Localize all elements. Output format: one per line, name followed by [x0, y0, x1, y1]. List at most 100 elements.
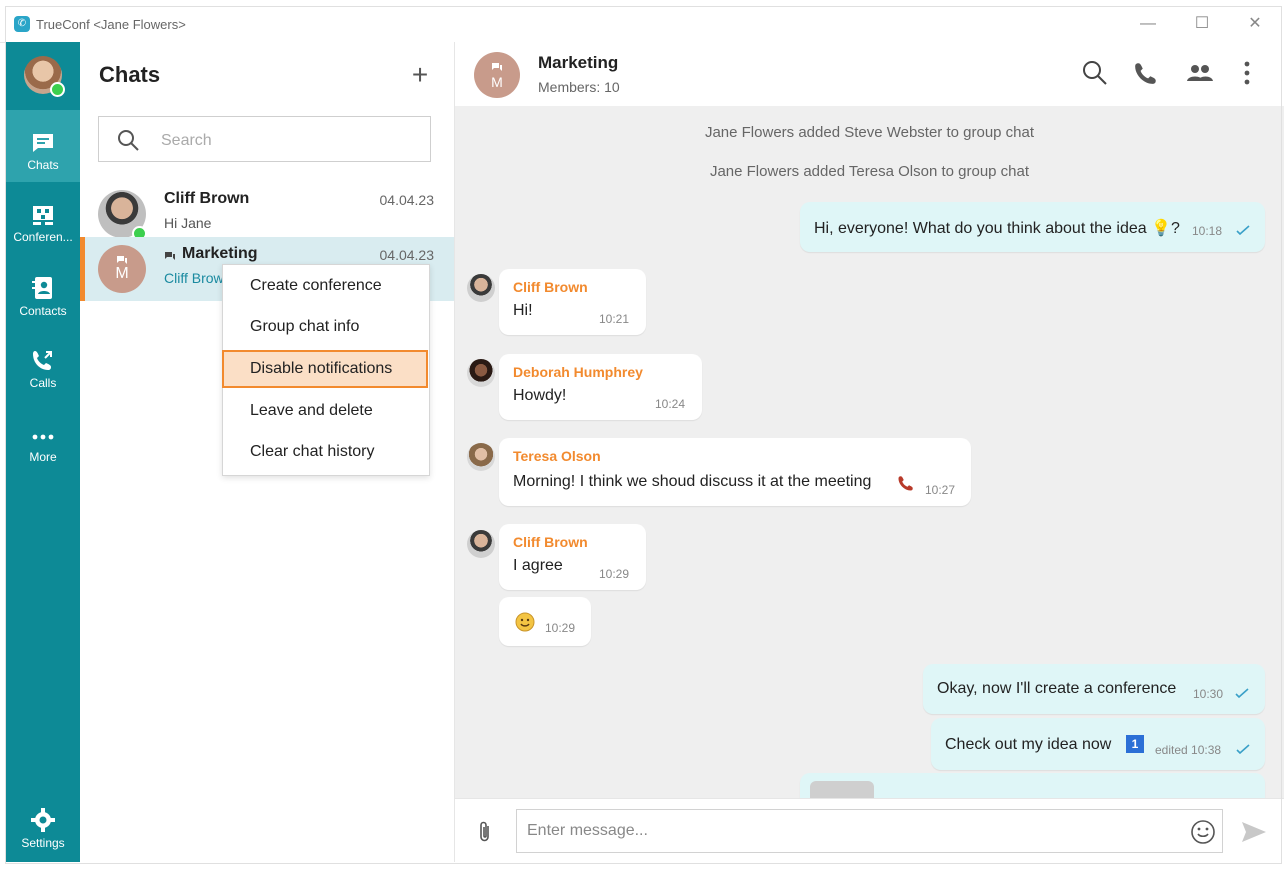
chat-list-title: Chats [99, 62, 161, 87]
message-time: 10:29 [599, 567, 630, 581]
nav-calls[interactable]: Calls [6, 332, 80, 404]
system-message: Jane Flowers added Teresa Olson to group… [709, 163, 1030, 180]
close-icon[interactable]: ✕ [1243, 12, 1267, 36]
avatar-letter: M [115, 265, 129, 282]
message-sender: Cliff Brown [513, 279, 588, 295]
members-button[interactable] [1186, 60, 1214, 88]
send-icon[interactable] [1241, 821, 1267, 843]
search-chat-button[interactable] [1082, 60, 1110, 88]
message-bubble-outgoing[interactable]: Okay, now I'll create a conference 10:30 [923, 664, 1265, 714]
message-text: Morning! I think we shoud discuss it at … [513, 473, 872, 490]
nav-label: More [29, 450, 57, 464]
message-input[interactable] [516, 809, 1223, 853]
message-time: 10:27 [925, 483, 956, 497]
left-nav: Chats Conferen... Contacts Calls More Se… [6, 42, 80, 862]
sender-avatar[interactable] [467, 359, 495, 387]
menu-item-clear-chat-history[interactable]: Clear chat history [223, 433, 427, 471]
chat-members-count: Members: 10 [538, 79, 620, 95]
keycap-one-emoji-icon: 1 [1126, 735, 1144, 753]
nav-more[interactable]: More [6, 406, 80, 478]
chat-icon [33, 134, 53, 152]
chat-title: Marketing [538, 53, 619, 72]
gear-icon [31, 808, 55, 832]
nav-label: Settings [21, 836, 65, 850]
kebab-menu-icon [1244, 61, 1250, 85]
read-check-icon [1236, 225, 1250, 235]
lightbulb-emoji-icon: 💡 [1151, 220, 1172, 237]
search-box[interactable] [98, 116, 431, 162]
group-avatar[interactable]: M [474, 52, 520, 98]
group-avatar: M [98, 245, 146, 293]
nav-label: Chats [27, 158, 59, 172]
message-time: 10:18 [1192, 224, 1223, 238]
message-text: Hi! [513, 302, 533, 319]
chat-item-name: Cliff Brown [164, 190, 250, 207]
message-time: 10:24 [655, 397, 686, 411]
new-chat-button[interactable]: + [406, 61, 434, 90]
message-bubble-incoming[interactable]: Cliff Brown I agree 10:29 [499, 524, 646, 590]
nav-conferences[interactable]: Conferen... [6, 184, 80, 256]
user-avatar[interactable] [24, 56, 65, 97]
nav-label: Calls [29, 376, 57, 390]
emoji-picker-icon[interactable] [1190, 819, 1216, 845]
contacts-icon [32, 277, 52, 299]
message-bubble-incoming[interactable]: 10:29 [499, 597, 591, 646]
online-status-icon [50, 82, 65, 97]
message-sender: Cliff Brown [513, 534, 588, 550]
chat-item-preview: Cliff Brow [164, 270, 224, 286]
selected-indicator [80, 237, 85, 301]
read-check-icon [1235, 688, 1249, 698]
chat-item-date: 04.04.23 [379, 247, 435, 263]
nav-settings[interactable]: Settings [6, 794, 80, 866]
message-time: 10:30 [1193, 687, 1224, 701]
message-sender: Deborah Humphrey [513, 364, 643, 380]
chat-item-name: Marketing [182, 245, 258, 262]
read-check-icon [1236, 744, 1250, 754]
message-bubble-incoming[interactable]: Cliff Brown Hi! 10:21 [499, 269, 646, 335]
message-text: Okay, now I'll create a conference [937, 680, 1177, 697]
group-members-icon [1187, 65, 1213, 81]
sender-avatar[interactable] [467, 443, 495, 471]
menu-item-create-conference[interactable]: Create conference [223, 267, 427, 305]
message-bubble-outgoing[interactable]: Check out my idea now 1 edited 10:38 [931, 718, 1265, 770]
trueconf-logo-icon: ✆ [14, 16, 30, 32]
nav-label: Conferen... [13, 230, 73, 244]
phone-icon [1135, 63, 1156, 84]
call-button[interactable] [1133, 60, 1161, 88]
message-bubble-incoming[interactable]: Deborah Humphrey Howdy! 10:24 [499, 354, 702, 420]
search-input[interactable] [159, 129, 413, 153]
menu-item-leave-and-delete[interactable]: Leave and delete [223, 392, 427, 430]
message-time: 10:21 [599, 312, 630, 326]
title-bar: ✆ TrueConf <Jane Flowers> — ☐ ✕ [0, 0, 1284, 43]
message-bubble-incoming[interactable]: Teresa Olson Morning! I think we shoud d… [499, 438, 971, 506]
search-icon [118, 130, 139, 151]
message-composer [455, 798, 1284, 863]
message-area[interactable]: Jane Flowers added Steve Webster to grou… [455, 106, 1284, 798]
menu-item-group-chat-info[interactable]: Group chat info [223, 308, 427, 346]
conference-icon [33, 206, 53, 225]
maximize-icon[interactable]: ☐ [1190, 12, 1214, 36]
message-time: 10:29 [545, 621, 576, 635]
chat-item-date: 04.04.23 [379, 192, 435, 208]
search-icon [1083, 61, 1107, 85]
system-message: Jane Flowers added Steve Webster to grou… [704, 124, 1035, 141]
more-dots-icon [32, 434, 54, 440]
paperclip-icon[interactable] [478, 820, 492, 844]
sender-avatar[interactable] [467, 274, 495, 302]
avatar-letter: M [491, 74, 503, 90]
nav-chats[interactable]: Chats [6, 110, 80, 182]
window-title: TrueConf <Jane Flowers> [36, 17, 186, 32]
file-message-bubble[interactable] [800, 773, 1265, 798]
message-bubble-outgoing[interactable]: Hi, everyone! What do you think about th… [800, 202, 1265, 252]
group-chat-icon [117, 256, 127, 264]
phone-emoji-icon [898, 476, 913, 491]
calls-icon [33, 351, 52, 370]
menu-item-disable-notifications[interactable]: Disable notifications [222, 350, 428, 388]
message-text: I agree [513, 557, 563, 574]
group-chat-icon [165, 252, 175, 260]
nav-contacts[interactable]: Contacts [6, 258, 80, 330]
sender-avatar[interactable] [467, 530, 495, 558]
minimize-icon[interactable]: — [1136, 12, 1160, 36]
chat-header: M Marketing Members: 10 [455, 42, 1284, 107]
more-options-button[interactable] [1242, 60, 1270, 88]
